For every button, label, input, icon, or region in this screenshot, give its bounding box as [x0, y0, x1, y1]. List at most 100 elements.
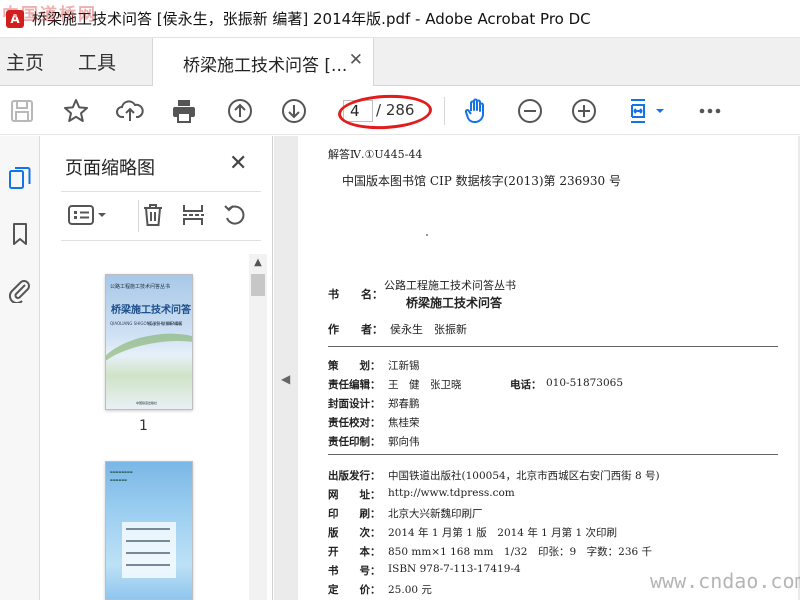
book-name-label: 书 名： — [328, 288, 383, 301]
edition-label: 版 次： — [328, 527, 381, 539]
credit-label: 策 划： — [328, 360, 381, 372]
page-total: / 286 — [376, 101, 415, 119]
collapse-panel-icon[interactable]: ◀ — [281, 372, 290, 386]
site-watermark-top: 中国道桥网 — [2, 5, 97, 25]
more-tools-button[interactable] — [694, 95, 726, 127]
options-menu-icon — [68, 205, 106, 225]
rotate-page-button[interactable] — [219, 198, 251, 232]
credit-value: 王 健 张卫晓 — [388, 379, 462, 391]
page-thumbnails-icon — [9, 167, 31, 189]
trash-icon — [144, 204, 162, 226]
paperclip-icon — [8, 280, 30, 303]
print-icon — [173, 100, 195, 123]
thumbnail-options-button[interactable] — [65, 198, 111, 232]
zoom-in-button[interactable] — [568, 95, 600, 127]
thumbnail-scrollbar[interactable]: ▲ — [249, 254, 267, 600]
insert-page-icon — [183, 205, 204, 225]
tab-document[interactable]: 桥梁施工技术问答 [... ✕ — [152, 38, 374, 86]
panel-title: 页面缩略图 — [65, 158, 155, 179]
author-label: 作 者： — [328, 323, 383, 336]
thumbnail-2-rule — [126, 564, 170, 566]
page-thumbnails-button[interactable] — [4, 162, 36, 194]
pdf-page: 解答Ⅳ.①U445-44 中国版本图书馆 CIP 数据核字(2013)第 236… — [298, 136, 798, 600]
credit-label: 封面设计： — [328, 398, 381, 410]
tab-home[interactable]: 主页 — [6, 48, 44, 75]
delete-pages-button[interactable] — [137, 198, 169, 232]
scroll-up-icon[interactable]: ▲ — [249, 254, 267, 272]
hand-tool-icon — [464, 98, 484, 123]
rotate-icon — [224, 205, 245, 225]
format-label: 开 本： — [328, 546, 381, 558]
attachments-button[interactable] — [4, 274, 36, 306]
previous-page-icon — [228, 99, 252, 123]
zoom-in-icon — [572, 99, 596, 123]
toolbar-divider — [444, 97, 445, 125]
scrollbar-thumb[interactable] — [251, 274, 265, 296]
edition-value: 2014 年 1 月第 1 版 2014 年 1 月第 1 次印刷 — [388, 527, 618, 539]
fit-page-button[interactable] — [622, 95, 668, 127]
publisher-value: 中国铁道出版社(100054，北京市西城区右安门西街 8 号) — [388, 470, 660, 482]
page-thumbnail-1[interactable]: 公路工程施工技术问答丛书 桥梁施工技术问答 QIAOLIANG SHIGONG … — [105, 274, 193, 410]
thumbnail-2-rule — [126, 528, 170, 530]
previous-page-button[interactable] — [224, 95, 256, 127]
panel-toolbar — [61, 198, 271, 234]
panel-divider-2 — [61, 240, 261, 241]
next-page-button[interactable] — [278, 95, 310, 127]
book-series: 公路工程施工技术问答丛书 — [384, 279, 516, 292]
credit-value: 郭向伟 — [388, 436, 420, 448]
thumbnail-book-title: 桥梁施工技术问答 — [111, 305, 191, 316]
zoom-out-button[interactable] — [514, 95, 546, 127]
save-icon — [11, 100, 33, 122]
credit-label: 责任编辑： — [328, 379, 381, 391]
format-value: 850 mm×1 168 mm 1/32 印张：9 字数：236 千 — [388, 546, 653, 558]
website-label: 网 址： — [328, 489, 381, 501]
thumbnail-2-rule — [126, 552, 170, 554]
cip-classification: 解答Ⅳ.①U445-44 — [328, 148, 423, 161]
page-speck — [426, 234, 428, 236]
tab-bar: 主页 工具 桥梁施工技术问答 [... ✕ — [0, 38, 800, 86]
navigation-rail — [0, 136, 40, 600]
cover-wave-graphic — [106, 325, 192, 405]
save-button[interactable] — [6, 95, 38, 127]
close-tab-icon[interactable]: ✕ — [349, 50, 363, 70]
section-rule — [328, 454, 778, 455]
thumbnail-page-label: 1 — [139, 418, 148, 434]
next-page-icon — [282, 99, 306, 123]
price-value: 25.00 元 — [388, 584, 432, 596]
isbn-label: 书 号： — [328, 565, 381, 577]
hand-tool-button[interactable] — [460, 95, 492, 127]
credit-value: 江新锡 — [388, 360, 420, 372]
document-viewport[interactable]: 解答Ⅳ.①U445-44 中国版本图书馆 CIP 数据核字(2013)第 236… — [274, 136, 800, 600]
printer-label: 印 刷： — [328, 508, 381, 520]
zoom-out-icon — [518, 99, 542, 123]
close-panel-icon[interactable]: ✕ — [229, 151, 247, 176]
credit-label: 责任校对： — [328, 417, 381, 429]
author-value: 侯永生 张振新 — [390, 323, 467, 336]
share-upload-button[interactable] — [114, 95, 146, 127]
star-icon — [64, 99, 88, 122]
window-title: 桥梁施工技术问答 [侯永生，张振新 编著] 2014年版.pdf - Adobe… — [32, 10, 591, 28]
book-title: 桥梁施工技术问答 — [406, 296, 503, 310]
isbn-value: ISBN 978-7-113-17419-4 — [388, 563, 521, 575]
more-icon — [699, 108, 721, 114]
cip-data-number: 中国版本图书馆 CIP 数据核字(2013)第 236930 号 — [342, 174, 621, 188]
website-value: http://www.tdpress.com — [388, 487, 515, 499]
insert-page-button[interactable] — [177, 198, 209, 232]
print-button[interactable] — [168, 95, 200, 127]
thumbnail-publisher: 中国铁道出版社 — [136, 401, 158, 405]
thumbnail-authors: 侯永生 张振新 编著 — [148, 321, 183, 326]
credit-value: 郑春鹏 — [388, 398, 420, 410]
bookmark-star-button[interactable] — [60, 95, 92, 127]
upload-cloud-icon — [116, 100, 144, 121]
thumbnail-2-text-block — [122, 522, 176, 578]
page-thumbnail-2[interactable]: ▬▬▬▬▬▬▬▬ ▬▬▬▬▬▬ — [105, 461, 193, 600]
page-number-input[interactable]: 4 — [343, 100, 373, 122]
phone-label: 电话： — [510, 379, 542, 391]
thumbnail-2-rule — [126, 540, 170, 542]
bookmark-icon — [13, 223, 27, 245]
document-tab-label: 桥梁施工技术问答 [... — [183, 56, 348, 76]
publisher-label: 出版发行： — [328, 470, 381, 482]
bookmarks-button[interactable] — [4, 218, 36, 250]
site-watermark-bottom: www.cndao.com — [650, 569, 800, 593]
tab-tools[interactable]: 工具 — [78, 48, 116, 75]
